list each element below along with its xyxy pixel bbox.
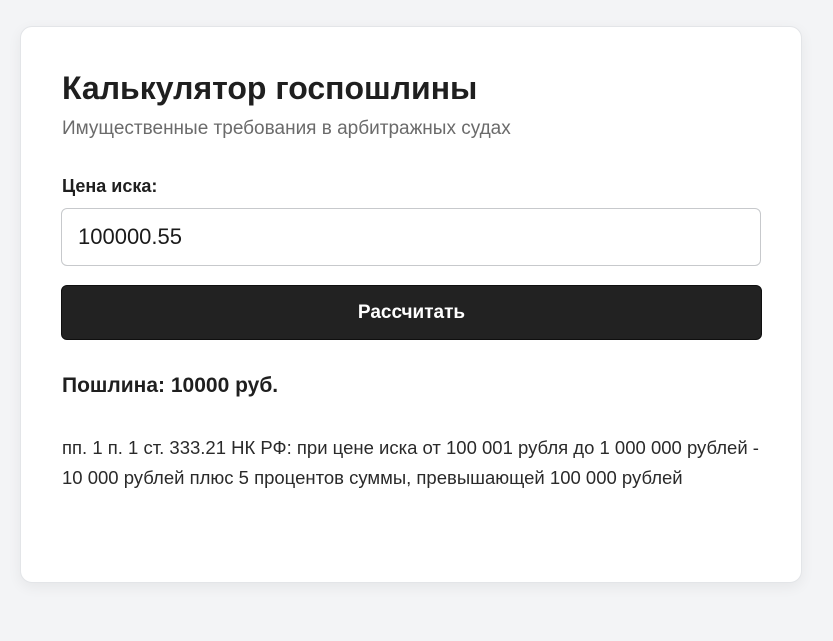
claim-price-input[interactable]	[61, 208, 761, 266]
page-subtitle: Имущественные требования в арбитражных с…	[62, 118, 511, 139]
calculate-button[interactable]: Рассчитать	[61, 285, 762, 340]
legal-basis-note: пп. 1 п. 1 ст. 333.21 НК РФ: при цене ис…	[62, 437, 759, 488]
page-title: Калькулятор госпошлины	[62, 70, 478, 106]
calculator-card: Калькулятор госпошлины Имущественные тре…	[20, 26, 802, 583]
duty-result: Пошлина: 10000 руб.	[62, 374, 279, 397]
claim-price-label: Цена иска:	[62, 176, 158, 196]
